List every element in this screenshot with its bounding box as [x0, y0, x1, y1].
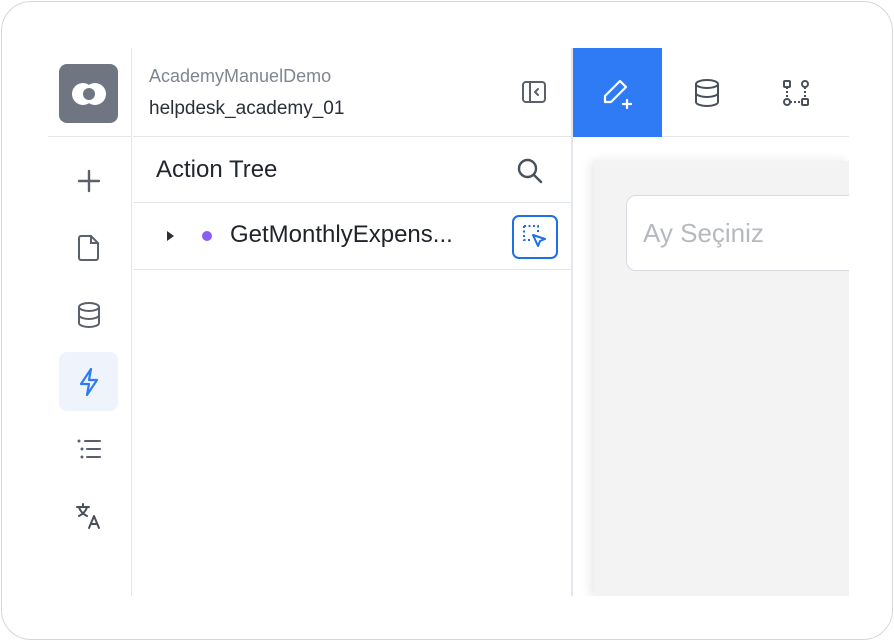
action-item-label: GetMonthlyExpens...: [230, 221, 453, 248]
edit-plus-icon: [603, 79, 632, 109]
plus-icon: [77, 169, 100, 192]
flow-icon: [782, 79, 809, 106]
app-shell: AcademyManuelDemo helpdesk_academy_01 Ac…: [48, 48, 849, 596]
select-element-button[interactable]: [512, 215, 558, 259]
project-name: helpdesk_academy_01: [149, 98, 345, 119]
database-icon: [694, 78, 719, 107]
rail-data-button[interactable]: [59, 285, 118, 344]
caret-right-icon[interactable]: [163, 229, 177, 243]
search-button[interactable]: [515, 156, 545, 186]
tool-flow[interactable]: [751, 48, 840, 137]
action-tree-panel: AcademyManuelDemo helpdesk_academy_01 Ac…: [133, 48, 573, 596]
search-icon: [517, 158, 543, 184]
action-tree-item[interactable]: GetMonthlyExpens...: [133, 203, 571, 270]
app-name: AcademyManuelDemo: [149, 66, 332, 86]
month-select-input[interactable]: Ay Seçiniz: [626, 195, 849, 271]
lightning-icon: [79, 367, 98, 396]
tool-edit[interactable]: [573, 48, 662, 137]
select-cursor-icon: [523, 225, 546, 247]
collapse-panel-button[interactable]: [521, 79, 547, 105]
rail-actions-button[interactable]: [59, 352, 118, 411]
list-icon: [77, 439, 101, 458]
rail-translations-button[interactable]: [59, 486, 118, 545]
sidebar-collapse-icon: [522, 81, 546, 103]
status-dot: [202, 231, 212, 241]
app-logo[interactable]: [59, 64, 118, 123]
translate-icon: [75, 502, 100, 529]
rail-pages-button[interactable]: [59, 218, 118, 277]
database-icon: [77, 301, 100, 328]
logo-icon: [71, 82, 106, 105]
file-icon: [77, 234, 99, 261]
rail-add-button[interactable]: [59, 151, 118, 210]
editor-toolbar: [573, 48, 849, 137]
rail-header: [48, 48, 131, 137]
left-rail: [48, 48, 132, 596]
action-tree-title: Action Tree: [156, 156, 278, 183]
month-select-placeholder: Ay Seçiniz: [643, 218, 764, 248]
action-tree-header: Action Tree: [133, 137, 571, 203]
project-header: AcademyManuelDemo helpdesk_academy_01: [133, 48, 571, 137]
editor-area: Ay Seçiniz: [573, 48, 849, 596]
window-frame: AcademyManuelDemo helpdesk_academy_01 Ac…: [1, 1, 893, 640]
tool-database[interactable]: [662, 48, 751, 137]
rail-list-button[interactable]: [59, 419, 118, 478]
